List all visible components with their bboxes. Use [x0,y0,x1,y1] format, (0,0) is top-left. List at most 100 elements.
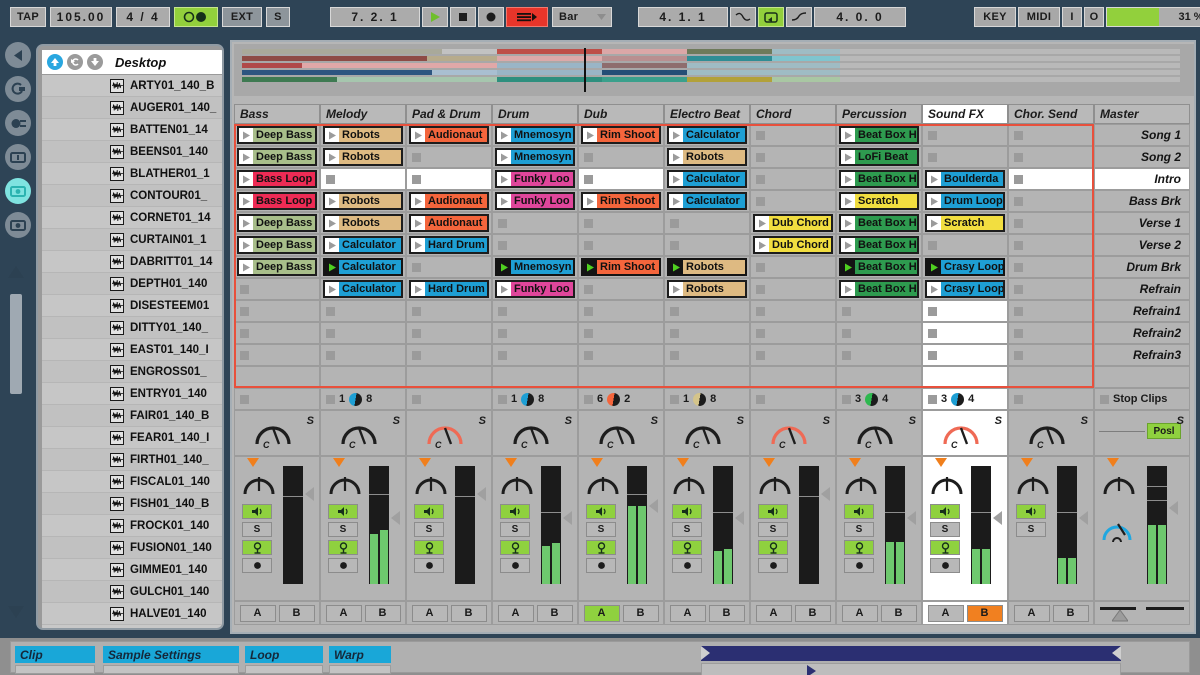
clip[interactable]: Robots [667,280,747,298]
clip-slot-9-9[interactable] [1008,322,1094,344]
clip-stop-square[interactable] [584,174,593,184]
clip[interactable]: Bass Loop [237,192,317,210]
follow-icon[interactable] [506,7,548,27]
volume-fader-handle[interactable] [1079,511,1088,525]
clip-slot-4-2[interactable]: Audionaut [406,212,492,234]
clip-slot-9-7[interactable] [836,322,922,344]
clip-stop-square[interactable] [1014,262,1023,272]
crossfade-b-button[interactable]: B [278,604,315,622]
track-monitor-button[interactable] [414,540,444,555]
clip-slot-9-1[interactable] [320,322,406,344]
back-arrow-icon[interactable] [67,54,83,70]
track-stop-square[interactable] [412,394,421,404]
clip-slot-7-6[interactable] [750,278,836,300]
pan-knob-cell-3[interactable]: CS [492,410,578,456]
clip-slot-5-0[interactable]: Deep Bass [234,234,320,256]
pan-knob-cell-8[interactable]: CS [922,410,1008,456]
track-volume-knob[interactable] [755,467,795,501]
clip-slot-10-5[interactable] [664,344,750,366]
track-volume-knob[interactable] [669,467,709,501]
clip-stop-square[interactable] [240,306,249,316]
list-item[interactable]: DABRITT01_14 [42,251,222,273]
track-activator-button[interactable] [242,504,272,519]
clip[interactable]: Robots [323,148,403,166]
clip-browser-icon[interactable] [5,144,31,170]
track-activator-button[interactable] [844,504,874,519]
clip-stop-square[interactable] [928,328,937,338]
clip-launch-button[interactable] [583,260,597,274]
clip-slot-5-5[interactable] [664,234,750,256]
clip-stop-square[interactable] [1014,218,1023,228]
scene-launch-4[interactable]: Verse 1 [1094,212,1190,234]
clip-slot-9-4[interactable] [578,322,664,344]
rail-scroll-up-icon[interactable] [6,264,30,282]
crossfade-a-button[interactable]: A [239,604,276,622]
mixer-cell-9[interactable]: S [1008,456,1094,601]
clip-launch-button[interactable] [669,194,683,208]
clip-slot-7-4[interactable] [578,278,664,300]
track-stop-cell-9[interactable] [1008,388,1094,410]
clip-slot-11-4[interactable] [578,366,664,388]
mixer-cell-0[interactable]: S [234,456,320,601]
track-solo-button[interactable]: S [758,522,788,537]
clip-slot-1-7[interactable]: LoFi Beat [836,146,922,168]
tab-clip[interactable]: Clip [15,646,95,663]
track-activator-button[interactable] [930,504,960,519]
clip-stop-square[interactable] [670,240,679,250]
clip-slot-4-1[interactable]: Robots [320,212,406,234]
crossfade-b-button[interactable]: B [364,604,401,622]
clip-stop-square[interactable] [670,350,679,360]
scene-launch-8[interactable]: Refrain1 [1094,300,1190,322]
clip-launch-button[interactable] [669,282,683,296]
browser-file-list[interactable]: ARTY01_140_B AUGER01_140_ BATTEN01_14 BEENS… [42,75,222,628]
clip-slot-2-5[interactable]: Calculator [664,168,750,190]
loop-start-handle[interactable] [701,646,710,660]
clip-stop-square[interactable] [498,306,507,316]
clip-slot-9-2[interactable] [406,322,492,344]
clip-launch-button[interactable] [927,282,941,296]
clip-slot-5-4[interactable] [578,234,664,256]
clip-stop-square[interactable] [928,240,937,250]
clip[interactable]: Crasy Loop [925,258,1005,276]
scene-launch-0[interactable]: Song 1 [1094,124,1190,146]
clip-launch-button[interactable] [583,194,597,208]
clip[interactable]: Calculator [323,236,403,254]
record-icon[interactable] [478,7,504,27]
midi-in-indicator[interactable]: I [1062,7,1082,27]
pan-knob-icon[interactable] [1021,414,1077,454]
loop-browser-icon[interactable] [5,76,31,102]
clip-slot-8-5[interactable] [664,300,750,322]
clip-launch-button[interactable] [927,260,941,274]
clip[interactable]: Funky Loo [495,170,575,188]
track-stop-cell-1[interactable]: 18 [320,388,406,410]
clip-launch-button[interactable] [669,128,683,142]
clip-slot-4-9[interactable] [1008,212,1094,234]
clip-slot-11-7[interactable] [836,366,922,388]
volume-fader-handle[interactable] [477,487,486,501]
track-stop-square[interactable] [670,394,679,404]
crossfade-a-button[interactable]: A [755,604,792,622]
list-item[interactable]: FAIR01_140_B [42,405,222,427]
clip-stop-square[interactable] [928,306,937,316]
clip-stop-square[interactable] [584,328,593,338]
pan-knob-icon[interactable] [591,414,647,454]
headphone-icon[interactable] [1099,515,1137,547]
clip-slot-10-4[interactable] [578,344,664,366]
clip[interactable]: Calculator [323,280,403,298]
track-monitor-button[interactable] [500,540,530,555]
volume-fader-handle[interactable] [563,511,572,525]
list-item[interactable]: EAST01_140_I [42,339,222,361]
clip-slot-11-8[interactable] [922,366,1008,388]
clip-slot-10-9[interactable] [1008,344,1094,366]
clip[interactable]: Boulderda [925,170,1005,188]
list-item[interactable]: FUSION01_140 [42,537,222,559]
pan-knob-cell-2[interactable]: CS [406,410,492,456]
crossfade-assign-cell-1[interactable]: AB [320,601,406,625]
volume-fader-handle[interactable] [993,511,1002,525]
clip-launch-button[interactable] [239,238,253,252]
clip-slot-10-6[interactable] [750,344,836,366]
clip-slot-7-5[interactable]: Robots [664,278,750,300]
clip-stop-square[interactable] [326,328,335,338]
master-stop-square[interactable] [1100,394,1109,404]
punch-out-icon[interactable] [786,7,812,27]
